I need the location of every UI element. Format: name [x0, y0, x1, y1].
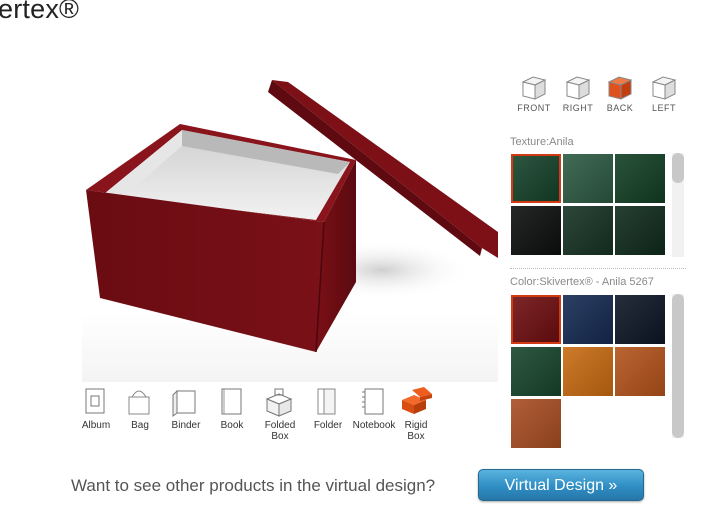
product-folder-button[interactable]: Folder — [306, 386, 350, 431]
texture-swatch[interactable] — [511, 206, 561, 255]
view-front-button[interactable]: FRONT — [512, 74, 556, 113]
view-label: RIGHT — [562, 103, 594, 113]
product-label: Album — [81, 420, 111, 431]
bag-icon — [128, 390, 150, 415]
product-label: Binder — [171, 420, 201, 431]
book-icon — [221, 388, 242, 415]
binder-icon — [172, 389, 196, 417]
texture-swatch[interactable] — [563, 154, 613, 203]
product-label: Book — [220, 420, 244, 431]
texture-label: Texture:Anila — [510, 136, 574, 148]
product-folded-box-button[interactable]: Folded Box — [258, 386, 302, 442]
color-swatch[interactable] — [511, 399, 561, 448]
color-scroll-thumb[interactable] — [672, 294, 684, 438]
view-label: FRONT — [517, 103, 551, 113]
album-icon — [85, 388, 105, 414]
texture-swatch[interactable] — [615, 154, 665, 203]
texture-swatch[interactable] — [615, 206, 665, 255]
texture-scrollbar[interactable] — [672, 153, 684, 257]
product-label: Rigid Box — [404, 420, 428, 442]
view-right-button[interactable]: RIGHT — [556, 74, 600, 113]
folded-box-icon — [265, 388, 293, 417]
product-label: Notebook — [352, 420, 396, 431]
cube-right-icon — [565, 76, 591, 100]
color-swatch[interactable] — [511, 295, 561, 344]
cube-front-icon — [521, 76, 547, 100]
view-selector: FRONT RIGHT BACK LEFT — [512, 74, 690, 120]
product-label: Folder — [313, 420, 343, 431]
product-label: Folded Box — [264, 420, 296, 442]
product-binder-button[interactable]: Binder — [164, 386, 208, 431]
cta-text: Want to see other products in the virtua… — [71, 476, 436, 495]
view-back-button[interactable]: BACK — [598, 74, 642, 113]
virtual-design-button[interactable]: Virtual Design » — [478, 469, 644, 501]
rigid-box-render — [86, 80, 498, 353]
cube-back-icon — [607, 76, 633, 100]
product-album-button[interactable]: Album — [74, 386, 118, 431]
product-preview-viewer[interactable] — [82, 70, 498, 382]
color-swatch[interactable] — [511, 347, 561, 396]
color-swatch[interactable] — [563, 347, 613, 396]
section-divider — [510, 268, 686, 269]
product-notebook-button[interactable]: Notebook — [352, 386, 396, 431]
view-left-button[interactable]: LEFT — [642, 74, 686, 113]
rigid-box-icon — [402, 387, 432, 414]
notebook-icon — [362, 388, 384, 415]
texture-swatch[interactable] — [511, 154, 561, 203]
color-swatch[interactable] — [615, 347, 665, 396]
product-label: Bag — [131, 420, 149, 431]
color-swatch[interactable] — [563, 295, 613, 344]
view-label: BACK — [606, 103, 634, 113]
texture-swatch[interactable] — [563, 206, 613, 255]
folder-icon — [317, 388, 336, 415]
product-book-button[interactable]: Book — [210, 386, 254, 431]
view-label: LEFT — [651, 103, 676, 113]
color-scrollbar[interactable] — [672, 294, 684, 438]
texture-scroll-thumb[interactable] — [672, 153, 684, 183]
color-label: Color:Skivertex® - Anila 5267 — [510, 276, 654, 288]
product-bag-button[interactable]: Bag — [118, 386, 162, 431]
cube-left-icon — [651, 76, 677, 100]
page-title: ertex® — [0, 0, 80, 24]
color-swatch[interactable] — [615, 295, 665, 344]
product-rigid-box-button[interactable]: Rigid Box — [394, 386, 438, 442]
